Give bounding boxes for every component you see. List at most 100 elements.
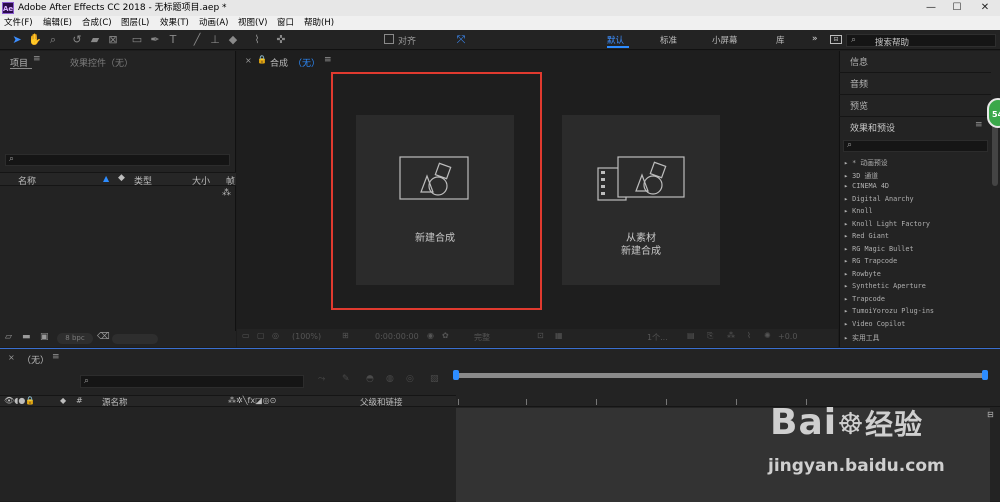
column-frame-rate[interactable]: 帧 — [226, 174, 235, 187]
mask-toggle-icon[interactable]: ◎ — [272, 331, 279, 340]
work-area-bar[interactable] — [456, 373, 986, 378]
search-help-field[interactable]: ⌕ 搜索帮助 — [846, 34, 996, 48]
puppet-pin-tool-icon[interactable]: ✜ — [274, 33, 288, 47]
effect-category[interactable]: ▸ Digital Anarchy — [844, 195, 914, 203]
resolution-dropdown[interactable]: 完整 — [474, 332, 490, 343]
workspace-menu-icon[interactable]: ⊟ — [830, 35, 842, 44]
graph-icon[interactable]: ⌇ — [747, 331, 751, 340]
exposure-value[interactable]: +0.0 — [778, 332, 797, 341]
rectangle-tool-icon[interactable]: ▭ — [130, 33, 144, 47]
snap-options-icon[interactable]: ⤧ — [454, 33, 468, 47]
zoom-tool-icon[interactable]: ⌕ — [46, 33, 60, 47]
interpret-footage-icon[interactable]: ▱ — [5, 332, 12, 342]
project-tab-menu-icon[interactable]: ≡ — [33, 54, 41, 64]
workspace-small-screen[interactable]: 小屏幕 — [712, 34, 738, 46]
views-dropdown[interactable]: 1个... — [647, 332, 668, 343]
close-tab-icon[interactable]: × — [245, 56, 252, 65]
timeline-search-input[interactable]: ⌕ — [80, 375, 304, 388]
effect-category[interactable]: ▸ CINEMA 4D — [844, 182, 889, 190]
effect-category[interactable]: ▸ Trapcode — [844, 295, 885, 303]
info-panel-tab[interactable]: 信息 — [850, 55, 868, 68]
menu-edit[interactable]: 编辑(E) — [43, 17, 72, 29]
effect-category[interactable]: ▸ 3D 通道 — [844, 170, 878, 180]
eraser-tool-icon[interactable]: ◆ — [226, 33, 240, 47]
workspace-overflow-button[interactable]: » — [812, 34, 818, 44]
zoom-dropdown[interactable]: (100%) — [292, 332, 321, 341]
column-source-name[interactable]: 源名称 — [102, 396, 128, 408]
hand-tool-icon[interactable]: ✋ — [28, 33, 42, 47]
composition-tab-menu-icon[interactable]: ≡ — [324, 55, 332, 65]
menu-composition[interactable]: 合成(C) — [82, 17, 112, 29]
effect-category[interactable]: ▸ Synthetic Aperture — [844, 282, 926, 290]
pan-behind-tool-icon[interactable]: ⊠ — [106, 33, 120, 47]
composition-tab[interactable]: 合成 — [270, 56, 288, 69]
graph-editor-icon[interactable]: ▧ — [430, 374, 439, 384]
new-composition-icon[interactable]: ▣ — [40, 332, 49, 342]
menu-view[interactable]: 视图(V) — [238, 17, 267, 29]
snap-checkbox[interactable] — [384, 34, 394, 44]
project-scroll-slider[interactable] — [112, 334, 158, 344]
effect-category[interactable]: ▸ Rowbyte — [844, 270, 881, 278]
effect-category[interactable]: ▸ RG Magic Bullet — [844, 245, 914, 253]
effect-category[interactable]: ▸ * 动画预设 — [844, 157, 888, 167]
transparency-grid-icon[interactable]: ▦ — [555, 331, 563, 340]
project-search-input[interactable]: ⌕ — [5, 154, 230, 166]
always-preview-icon[interactable]: ▭ — [242, 331, 250, 340]
menu-effect[interactable]: 效果(T) — [160, 17, 189, 29]
frame-blending-icon[interactable]: ◍ — [386, 374, 394, 384]
sort-ascending-icon[interactable]: ▲ — [103, 174, 109, 183]
camera-tool-icon[interactable]: ▰ — [88, 33, 102, 47]
effect-category[interactable]: ▸ 实用工具 — [844, 332, 879, 342]
comp-mini-flowchart-icon[interactable]: ⤳ — [318, 374, 325, 384]
effect-category[interactable]: ▸ TumoiYorozu Plug-ins — [844, 307, 934, 315]
column-size[interactable]: 大小 — [192, 174, 210, 187]
column-parent-link[interactable]: 父级和链接 — [360, 396, 403, 408]
timeline-tab-menu-icon[interactable]: ≡ — [52, 352, 60, 362]
close-tab-icon[interactable]: × — [8, 353, 15, 362]
work-area-start-handle[interactable] — [453, 370, 459, 380]
rotate-tool-icon[interactable]: ↺ — [70, 33, 84, 47]
layer-switches-icon[interactable]: ⁂✲╲fx◪◎⊙ — [228, 396, 276, 405]
timeline-tab[interactable]: （无） — [22, 353, 49, 366]
safe-margins-icon[interactable]: ⊞ — [342, 331, 349, 340]
effects-menu-icon[interactable]: ≡ — [975, 120, 983, 130]
workspace-standard[interactable]: 标准 — [660, 34, 677, 46]
effect-category[interactable]: ▸ RG Trapcode — [844, 257, 897, 265]
label-tag-icon[interactable]: ◆ — [118, 173, 125, 183]
menu-animation[interactable]: 动画(A) — [199, 17, 228, 29]
new-folder-icon[interactable]: ▬ — [22, 332, 31, 342]
effect-category[interactable]: ▸ Red Giant — [844, 232, 889, 240]
clone-stamp-tool-icon[interactable]: ⊥ — [208, 33, 222, 47]
motion-blur-icon[interactable]: ◎ — [406, 374, 414, 384]
exposure-icon[interactable]: ✺ — [764, 331, 771, 340]
pen-tool-icon[interactable]: ✒ — [148, 33, 162, 47]
effect-category[interactable]: ▸ Video Copilot — [844, 320, 905, 328]
draft-3d-icon[interactable]: ✎ — [342, 374, 350, 384]
roto-brush-tool-icon[interactable]: ⌇ — [250, 33, 264, 47]
menu-layer[interactable]: 图层(L) — [121, 17, 149, 29]
work-area-end-handle[interactable] — [982, 370, 988, 380]
comp-button-icon[interactable]: ⊟ — [987, 410, 994, 419]
shy-icon[interactable]: ◓ — [366, 374, 374, 384]
menu-help[interactable]: 帮助(H) — [304, 17, 334, 29]
effect-category[interactable]: ▸ Knoll Light Factory — [844, 220, 930, 228]
current-time-display[interactable]: 0:00:00:00 — [375, 332, 419, 341]
av-switches-icon[interactable]: 👁◖●🔒 — [4, 396, 35, 405]
flowchart-icon[interactable]: ⁂ — [222, 188, 231, 198]
workspace-library[interactable]: 库 — [776, 34, 785, 46]
channel-icon[interactable]: ✿ — [442, 331, 449, 340]
effects-search-input[interactable]: ⌕ — [843, 140, 988, 152]
floating-badge[interactable]: 54 — [987, 98, 1000, 128]
fast-preview-icon[interactable]: ▤ — [687, 331, 695, 340]
minimize-button[interactable]: — — [918, 0, 944, 15]
flowchart-icon-2[interactable]: ⁂ — [727, 331, 735, 340]
menu-file[interactable]: 文件(F) — [4, 17, 33, 29]
color-depth-button[interactable]: 8 bpc — [57, 333, 93, 344]
delete-icon[interactable]: ⌫ — [97, 332, 110, 342]
audio-panel-tab[interactable]: 音频 — [850, 77, 868, 90]
new-composition-from-footage-card[interactable]: 从素材 新建合成 — [562, 115, 720, 285]
column-type[interactable]: 类型 — [134, 174, 152, 187]
selection-tool-icon[interactable]: ➤ — [10, 33, 24, 47]
region-of-interest-icon[interactable]: ⊡ — [537, 331, 544, 340]
preview-panel-tab[interactable]: 预览 — [850, 99, 868, 112]
